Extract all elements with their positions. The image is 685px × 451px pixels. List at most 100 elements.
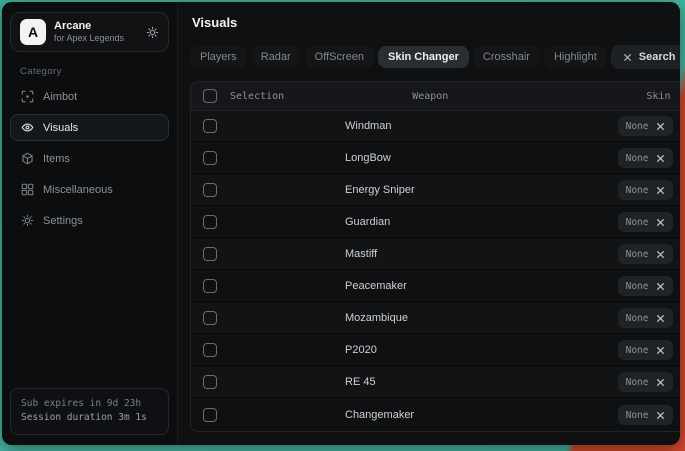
weapon-name: RE 45 — [217, 376, 618, 388]
app-logo: A — [20, 19, 46, 45]
session-duration-text: Session duration 3m 1s — [21, 411, 158, 426]
clear-skin-icon[interactable] — [656, 346, 665, 355]
table-row: Mozambique None — [191, 303, 680, 335]
app-header-card: A Arcane for Apex Legends — [10, 12, 169, 52]
sidebar-item-settings[interactable]: Settings — [10, 207, 169, 234]
package-icon — [21, 152, 34, 165]
table-header-row: Selection Weapon Skin — [191, 82, 680, 111]
skin-select[interactable]: None — [618, 244, 674, 264]
skin-select[interactable]: None — [618, 340, 674, 360]
sidebar: A Arcane for Apex Legends Category Aimbo… — [2, 2, 178, 445]
sidebar-item-label: Miscellaneous — [43, 184, 113, 196]
grid-icon — [21, 183, 34, 196]
app-title-block: Arcane for Apex Legends — [54, 20, 124, 45]
table-row: GuardianNone — [191, 207, 680, 239]
gear-icon — [21, 214, 34, 227]
tab-crosshair[interactable]: Crosshair — [473, 46, 540, 68]
weapon-name: Mozambique — [217, 312, 618, 324]
search-button-label: Search — [639, 51, 676, 63]
table-row: Peacemaker None — [191, 271, 680, 303]
skin-select[interactable]: None — [618, 405, 674, 425]
main-panel: Visuals PlayersRadarOffScreenSkin Change… — [178, 2, 680, 445]
skin-select[interactable]: None — [618, 276, 674, 296]
skin-select[interactable]: None — [618, 308, 674, 328]
clear-skin-icon[interactable] — [656, 411, 665, 420]
table-row: Energy SniperNone — [191, 175, 680, 207]
skin-value: None — [626, 249, 649, 260]
sidebar-nav: Aimbot Visuals Items Miscellaneous Settings — [10, 83, 169, 238]
skin-value: None — [626, 410, 649, 421]
app-name: Arcane — [54, 20, 124, 34]
skin-value: None — [626, 313, 649, 324]
row-checkbox[interactable] — [203, 119, 217, 133]
clear-skin-icon[interactable] — [656, 122, 665, 131]
skin-select[interactable]: None — [618, 148, 674, 168]
weapon-name: Mastiff — [217, 248, 618, 260]
subscription-card: Sub expires in 9d 23h Session duration 3… — [10, 388, 169, 435]
eye-icon — [21, 121, 34, 134]
clear-skin-icon[interactable] — [656, 282, 665, 291]
tab-players[interactable]: Players — [190, 46, 247, 68]
sub-expiry-text: Sub expires in 9d 23h — [21, 397, 158, 412]
table-row: Windman None — [191, 111, 680, 143]
clear-skin-icon[interactable] — [656, 154, 665, 163]
clear-skin-icon[interactable] — [656, 314, 665, 323]
row-checkbox[interactable] — [203, 247, 217, 261]
skin-select[interactable]: None — [618, 372, 674, 392]
row-checkbox[interactable] — [203, 215, 217, 229]
sidebar-item-label: Aimbot — [43, 91, 77, 103]
gear-icon[interactable] — [146, 26, 159, 39]
select-all-checkbox[interactable] — [203, 89, 217, 103]
skin-changer-table: Selection Weapon Skin WindmanNoneLongBow… — [190, 81, 680, 432]
tab-offscreen[interactable]: OffScreen — [305, 46, 374, 68]
tab-highlight[interactable]: Highlight — [544, 46, 607, 68]
table-row: Mastiff None — [191, 239, 680, 271]
sidebar-item-items[interactable]: Items — [10, 145, 169, 172]
skin-select[interactable]: None — [618, 212, 674, 232]
crosshair-icon — [21, 90, 34, 103]
weapon-name: Energy Sniper — [217, 184, 618, 196]
tab-skin-changer[interactable]: Skin Changer — [378, 46, 469, 68]
skin-select[interactable]: None — [618, 180, 674, 200]
row-checkbox[interactable] — [203, 311, 217, 325]
table-row: RE 45 None — [191, 367, 680, 399]
skin-value: None — [626, 153, 649, 164]
sidebar-item-visuals[interactable]: Visuals — [10, 114, 169, 141]
table-row: LongBow None — [191, 143, 680, 175]
skin-value: None — [626, 121, 649, 132]
sidebar-item-label: Items — [43, 153, 70, 165]
weapon-name: Peacemaker — [217, 280, 618, 292]
app-window: A Arcane for Apex Legends Category Aimbo… — [2, 2, 680, 445]
weapon-name: Windman — [217, 120, 618, 132]
clear-skin-icon[interactable] — [656, 250, 665, 259]
row-checkbox[interactable] — [203, 151, 217, 165]
table-body: WindmanNoneLongBowNoneEnergy SniperNoneG… — [191, 111, 680, 431]
skin-select[interactable]: None — [618, 116, 674, 136]
tab-radar[interactable]: Radar — [251, 46, 301, 68]
skin-value: None — [626, 345, 649, 356]
sidebar-item-label: Settings — [43, 215, 83, 227]
row-checkbox[interactable] — [203, 279, 217, 293]
row-checkbox[interactable] — [203, 183, 217, 197]
clear-skin-icon[interactable] — [656, 378, 665, 387]
weapon-name: LongBow — [217, 152, 618, 164]
search-button[interactable]: Search — [611, 45, 680, 69]
weapon-name: P2020 — [217, 344, 618, 356]
tab-bar: PlayersRadarOffScreenSkin ChangerCrossha… — [190, 45, 680, 69]
row-checkbox[interactable] — [203, 408, 217, 422]
sidebar-item-aimbot[interactable]: Aimbot — [10, 83, 169, 110]
sidebar-item-miscellaneous[interactable]: Miscellaneous — [10, 176, 169, 203]
row-checkbox[interactable] — [203, 375, 217, 389]
selection-column-header: Selection — [230, 91, 284, 102]
skin-value: None — [626, 377, 649, 388]
row-checkbox[interactable] — [203, 343, 217, 357]
skin-value: None — [626, 217, 649, 228]
clear-skin-icon[interactable] — [656, 186, 665, 195]
clear-skin-icon[interactable] — [656, 218, 665, 227]
category-label: Category — [20, 66, 169, 77]
skin-value: None — [626, 281, 649, 292]
search-icon — [623, 53, 632, 62]
skin-column-header: Skin — [646, 91, 670, 102]
weapon-name: Changemaker — [217, 409, 618, 421]
weapon-column-header: Weapon — [284, 91, 646, 102]
